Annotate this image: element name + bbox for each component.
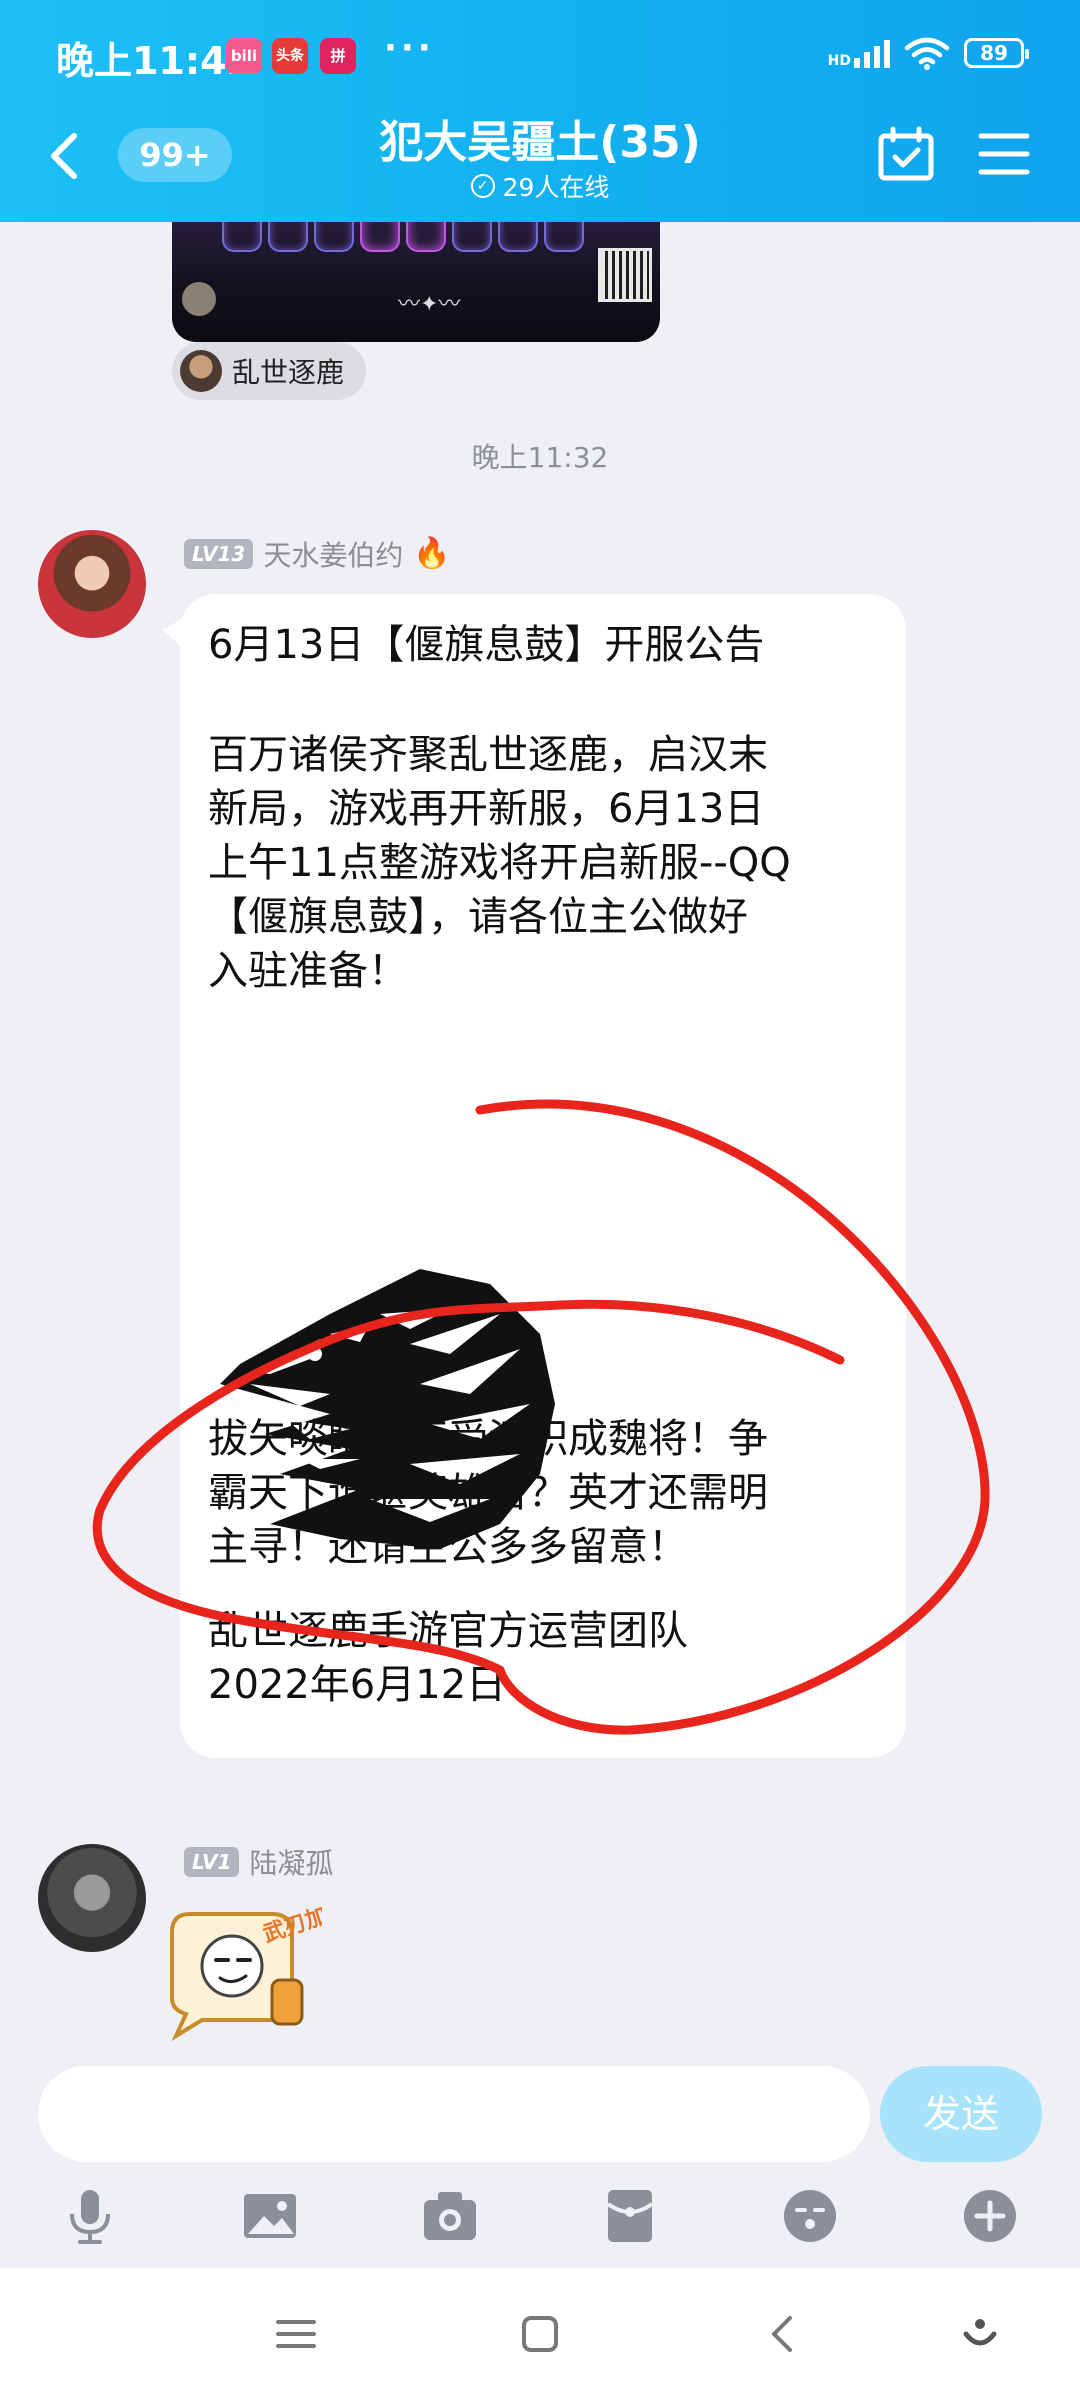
- sender-info: LV1 陆凝孤: [184, 1842, 333, 1882]
- previous-image-message[interactable]: 〰✦〰: [172, 222, 660, 342]
- image-icon[interactable]: [240, 2186, 300, 2246]
- qr-code-image: [598, 248, 652, 302]
- game-banner-decoration: [222, 222, 584, 252]
- avatar[interactable]: [38, 530, 146, 638]
- home-icon[interactable]: [518, 2312, 562, 2356]
- chat-messages[interactable]: 〰✦〰 乱世逐鹿 晚上11:32 LV13 天水姜伯约 🔥 6月13日【偃旗息鼓…: [0, 222, 1080, 2052]
- bilibili-app-icon: bili: [226, 38, 262, 74]
- signature-line: 2022年6月12日: [208, 1662, 507, 1708]
- announcement-body: 百万诸侯齐聚乱世逐鹿，启汉末 新局，游戏再开新服，6月13日 上午11点整游戏将…: [208, 728, 888, 998]
- status-time: 晚上11:42: [56, 39, 253, 83]
- message-composer: 发送: [0, 2052, 1080, 2176]
- slogan-line: 主寻！还请主公多多留意！: [208, 1524, 688, 1570]
- game-logo-image: 〰✦〰: [398, 292, 461, 317]
- camera-icon[interactable]: [420, 2186, 480, 2246]
- message-input[interactable]: [38, 2066, 870, 2162]
- game-icon: [180, 350, 222, 392]
- flame-icon: 🔥: [413, 536, 451, 571]
- sender-name[interactable]: 天水姜伯约: [263, 534, 403, 574]
- signal-icon: HD: [828, 38, 890, 68]
- sticker-image[interactable]: 武刃加油: [162, 1902, 322, 2042]
- slogan-line: 拔矢啖睛，不受汉职成魏将！争: [208, 1416, 768, 1462]
- chat-header: 晚上11:42 bili 头条 拼 ··· HD 89 99+ 犯大吴疆土(35…: [0, 0, 1080, 222]
- announcement-title: 6月13日【偃旗息鼓】开服公告: [208, 622, 765, 668]
- plus-icon[interactable]: [960, 2186, 1020, 2246]
- sender-info: LV13 天水姜伯约 🔥: [184, 534, 451, 574]
- send-button[interactable]: 发送: [880, 2066, 1042, 2162]
- sender-name[interactable]: 陆凝孤: [249, 1842, 333, 1882]
- announcement-signature: 乱世逐鹿手游官方运营团队 2022年6月12日: [208, 1604, 888, 1712]
- input-toolbar: [0, 2176, 1080, 2266]
- level-badge: LV1: [184, 1847, 240, 1877]
- menu-icon[interactable]: [976, 126, 1032, 182]
- assistant-icon[interactable]: [958, 2312, 1002, 2356]
- online-icon: ✓: [470, 174, 495, 198]
- status-bar: 晚上11:42 bili 头条 拼 ··· HD 89: [0, 0, 1080, 110]
- game-tag-label: 乱世逐鹿: [232, 356, 345, 389]
- body-line: 新局，游戏再开新服，6月13日: [208, 786, 765, 832]
- announcement-slogan: 拔矢啖睛，不受汉职成魏将！争 霸天下谁堪英雄名？英才还需明 主寻！还请主公多多留…: [208, 1412, 888, 1574]
- message-timestamp: 晚上11:32: [471, 441, 609, 474]
- message-bubble[interactable]: 6月13日【偃旗息鼓】开服公告 百万诸侯齐聚乱世逐鹿，启汉末 新局，游戏再开新服…: [162, 594, 906, 1758]
- wifi-icon: [904, 37, 950, 70]
- pinduoduo-app-icon: 拼: [320, 38, 356, 74]
- level-badge: LV13: [184, 539, 254, 569]
- red-packet-icon[interactable]: [600, 2186, 660, 2246]
- back-nav-icon[interactable]: [762, 2312, 806, 2356]
- online-count: 29人在线: [502, 173, 610, 202]
- system-indicators: HD 89: [828, 36, 1029, 70]
- body-line: 【偃旗息鼓】，请各位主公做好: [208, 894, 748, 940]
- body-line: 入驻准备！: [208, 948, 408, 994]
- game-tag[interactable]: 乱世逐鹿: [172, 342, 367, 400]
- more-notifications-icon: ···: [384, 28, 435, 68]
- battery-icon: 89: [964, 38, 1029, 68]
- microphone-icon[interactable]: [60, 2186, 120, 2246]
- avatar[interactable]: [38, 1844, 146, 1952]
- banner-avatar: [182, 282, 216, 316]
- body-line: 百万诸侯齐聚乱世逐鹿，启汉末: [208, 732, 768, 778]
- signature-line: 乱世逐鹿手游官方运营团队: [208, 1608, 688, 1654]
- emoji-icon[interactable]: [780, 2186, 840, 2246]
- hd-label: HD: [827, 53, 851, 69]
- toutiao-app-icon: 头条: [272, 38, 308, 74]
- calendar-check-icon[interactable]: [876, 124, 936, 184]
- recent-apps-icon[interactable]: [274, 2312, 318, 2356]
- slogan-line: 霸天下谁堪英雄名？英才还需明: [208, 1470, 768, 1516]
- system-navigation-bar: [0, 2268, 1080, 2400]
- body-line: 上午11点整游戏将开启新服--QQ: [208, 840, 791, 886]
